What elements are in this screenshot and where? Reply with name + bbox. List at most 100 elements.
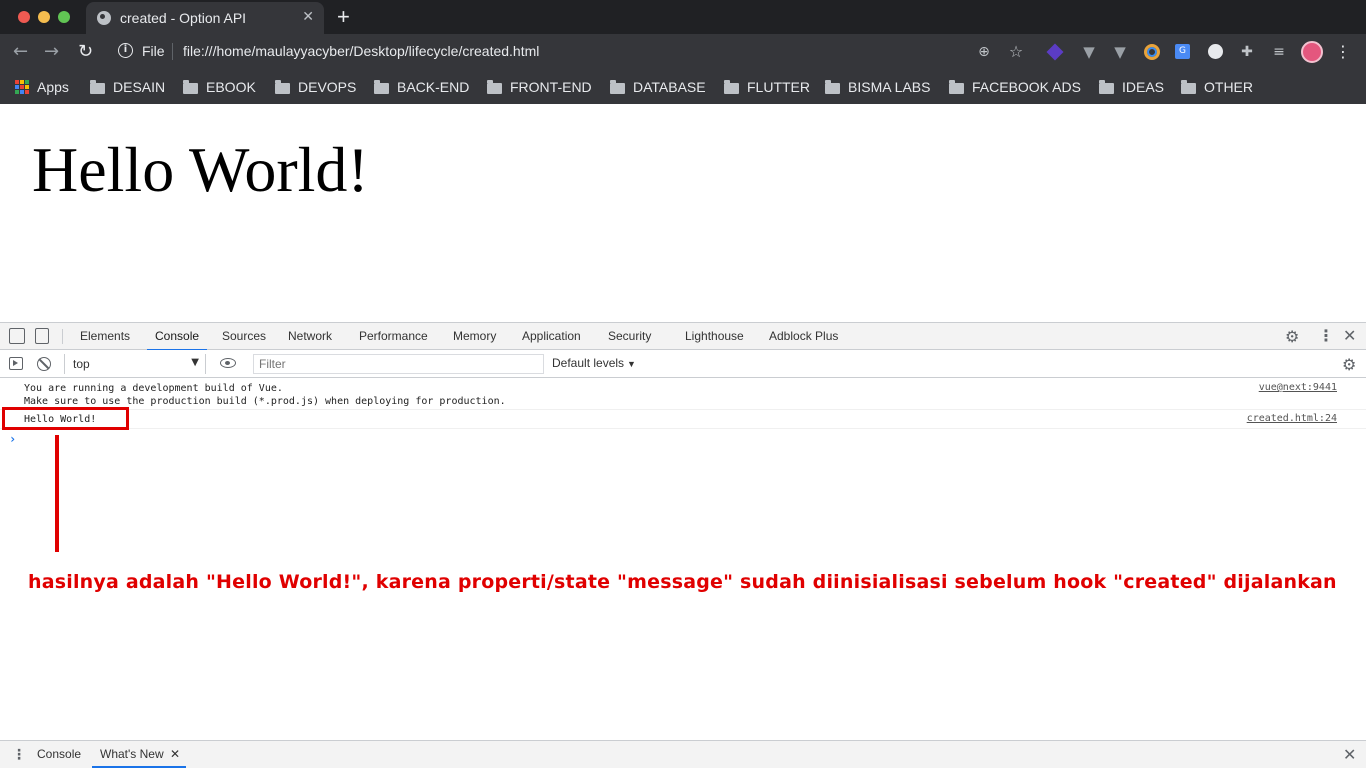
console-message-text: You are running a development build of V… (24, 383, 506, 407)
folder-icon (374, 79, 389, 94)
tab-application[interactable]: Application (522, 323, 581, 350)
bookmark-folder[interactable]: FLUTTER (724, 77, 810, 97)
filter-input[interactable] (253, 354, 544, 374)
tab-network[interactable]: Network (288, 323, 332, 350)
more-options-icon[interactable]: ⋮ (1318, 326, 1334, 345)
vue-devtools-icon[interactable]: ▼ (1111, 43, 1129, 61)
avatar[interactable] (1301, 41, 1323, 63)
bookmark-apps[interactable]: Apps (15, 77, 69, 97)
extension-icon[interactable] (1046, 43, 1064, 61)
console-message-source-link[interactable]: created.html:24 (1247, 413, 1337, 424)
console-toolbar: top ▼ Default levels▼ ⚙ (0, 350, 1366, 378)
back-arrow-icon[interactable]: ← (13, 41, 28, 62)
context-selector[interactable]: top ▼ (64, 354, 206, 374)
bookmark-label: FACEBOOK ADS (972, 79, 1081, 95)
bookmark-folder[interactable]: IDEAS (1099, 77, 1164, 97)
zoom-icon[interactable]: ⊕ (975, 43, 993, 61)
new-tab-button[interactable]: + (337, 4, 350, 30)
drawer-menu-icon[interactable]: ⋮ (12, 747, 26, 763)
drawer-tab-whats-new[interactable]: What's New (92, 747, 186, 768)
window-close-button[interactable] (18, 11, 30, 23)
tab-console[interactable]: Console (146, 323, 208, 351)
tab-lighthouse[interactable]: Lighthouse (685, 323, 744, 350)
folder-icon (1181, 79, 1196, 94)
tab-security[interactable]: Security (608, 323, 651, 350)
bookmark-folder[interactable]: DESAIN (90, 77, 165, 97)
window-minimize-button[interactable] (38, 11, 50, 23)
vue-devtools-icon[interactable]: ▼ (1080, 43, 1098, 61)
bookmark-label: OTHER (1204, 79, 1253, 95)
folder-icon (183, 79, 198, 94)
folder-icon (949, 79, 964, 94)
bookmark-label: BISMA LABS (848, 79, 931, 95)
bookmark-folder[interactable]: FACEBOOK ADS (949, 77, 1081, 97)
extension-icon[interactable] (1207, 43, 1225, 61)
console-message: You are running a development build of V… (0, 378, 1366, 410)
annotation-text: hasilnya adalah "Hello World!", karena p… (28, 571, 1337, 593)
bookmark-label: FLUTTER (747, 79, 810, 95)
sidebar-toggle-icon[interactable] (9, 357, 23, 370)
browser-tab[interactable]: created - Option API ✕ (86, 2, 324, 34)
console-message: Hello World! created.html:24 (0, 410, 1366, 429)
tab-memory[interactable]: Memory (453, 323, 496, 350)
bookmark-folder[interactable]: EBOOK (183, 77, 256, 97)
live-expression-eye-icon[interactable] (220, 358, 236, 368)
bookmark-label: DATABASE (633, 79, 706, 95)
bookmark-label: DESAIN (113, 79, 166, 95)
annotation-highlight-box (2, 407, 129, 430)
tab-close-icon[interactable]: ✕ (302, 9, 314, 25)
console-message-source-link[interactable]: vue@next:9441 (1259, 382, 1337, 393)
drawer-tab-console[interactable]: Console (37, 747, 81, 761)
puzzle-icon[interactable]: ✚ (1238, 43, 1256, 61)
close-icon[interactable]: ✕ (1343, 326, 1356, 345)
media-icon[interactable]: ≡ (1270, 43, 1288, 61)
context-label: top (73, 357, 90, 371)
folder-icon (610, 79, 625, 94)
address-bar[interactable]: file:///home/maulayyacyber/Desktop/lifec… (183, 43, 539, 59)
info-icon[interactable]: i (118, 43, 133, 58)
menu-icon[interactable]: ⋮ (1334, 43, 1352, 61)
device-toolbar-icon[interactable] (35, 328, 49, 344)
tab-elements[interactable]: Elements (80, 323, 130, 350)
console-output: You are running a development build of V… (0, 378, 1366, 741)
bookmark-folder[interactable]: BACK-END (374, 77, 469, 97)
address-scheme-label: File (142, 43, 165, 59)
forward-arrow-icon[interactable]: → (44, 41, 59, 62)
bookmark-folder[interactable]: DEVOPS (275, 77, 356, 97)
inspect-element-icon[interactable] (9, 328, 25, 344)
bookmark-folder[interactable]: OTHER (1181, 77, 1253, 97)
globe-icon (97, 11, 111, 25)
console-settings-gear-icon[interactable]: ⚙ (1342, 355, 1356, 374)
folder-icon (1099, 79, 1114, 94)
bookmark-folder[interactable]: FRONT-END (487, 77, 592, 97)
translate-icon[interactable]: G (1174, 43, 1192, 61)
settings-gear-icon[interactable]: ⚙ (1285, 327, 1299, 346)
browser-toolbar: ← → ↻ i File file:///home/maulayyacyber/… (0, 34, 1366, 70)
divider (62, 329, 63, 344)
log-levels-label: Default levels (552, 356, 625, 370)
star-icon[interactable]: ☆ (1007, 43, 1025, 61)
bookmark-label: FRONT-END (510, 79, 592, 95)
tab-strip: created - Option API ✕ + (0, 0, 1366, 34)
window-maximize-button[interactable] (58, 11, 70, 23)
bookmark-folder[interactable]: BISMA LABS (825, 77, 930, 97)
tab-adblock-plus[interactable]: Adblock Plus (769, 323, 838, 350)
log-levels-dropdown[interactable]: Default levels ▼ (552, 356, 636, 370)
devtools-panel: Elements Console Sources Network Perform… (0, 322, 1366, 768)
folder-icon (90, 79, 105, 94)
reload-icon[interactable]: ↻ (78, 41, 93, 62)
folder-icon (825, 79, 840, 94)
address-divider (172, 43, 173, 60)
annotation-pointer-line (55, 435, 59, 552)
console-prompt-icon[interactable]: › (9, 432, 16, 446)
clear-console-icon[interactable] (37, 357, 51, 371)
close-icon[interactable]: ✕ (1343, 745, 1356, 764)
tab-performance[interactable]: Performance (359, 323, 428, 350)
folder-icon (487, 79, 502, 94)
tab-sources[interactable]: Sources (222, 323, 266, 350)
color-picker-icon[interactable] (1143, 43, 1161, 61)
close-icon[interactable]: ✕ (170, 747, 180, 761)
bookmark-folder[interactable]: DATABASE (610, 77, 706, 97)
bookmark-label: Apps (37, 79, 69, 95)
chevron-down-icon: ▼ (191, 357, 199, 368)
